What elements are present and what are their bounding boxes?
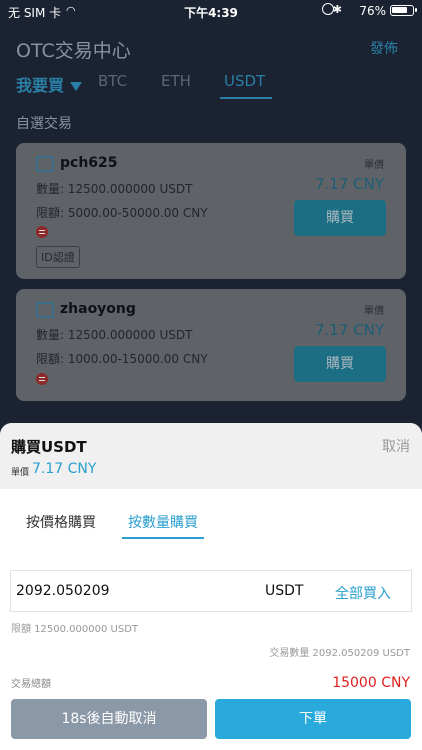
offer-card[interactable]: zhaoyong 單價 7.17 CNY 數量: 12500.000000 US… [16, 289, 406, 401]
limit-text: 限額: 5000.00-50000.00 CNY [36, 206, 208, 220]
quantity-unit: USDT [265, 583, 304, 599]
buy-mode-label: 我要買 [16, 76, 65, 95]
sheet-title: 購買USDT [11, 438, 87, 456]
caret-down-icon [70, 82, 83, 91]
price-value: 7.17 CNY [314, 175, 384, 193]
price-label: 單價 [364, 306, 384, 317]
limit-text: 限額 12500.000000 USDT [11, 624, 138, 635]
tab-active-indicator [220, 97, 272, 99]
shop-icon [36, 156, 54, 172]
merchant-name: pch625 [60, 155, 118, 171]
quantity-text: 數量: 12500.000000 USDT [36, 182, 193, 196]
quantity-text: 數量: 12500.000000 USDT [36, 328, 193, 342]
unit-price-label: 單價 [11, 468, 30, 478]
cancel-button[interactable]: 取消 [382, 436, 410, 456]
price-value: 7.17 CNY [314, 321, 384, 339]
tab-eth[interactable]: ETH [161, 72, 191, 90]
offer-card[interactable]: pch625 單價 7.17 CNY 數量: 12500.000000 USDT… [16, 143, 406, 279]
merchant-name: zhaoyong [60, 301, 136, 317]
shop-icon [36, 302, 54, 318]
place-order-button[interactable]: 下單 [215, 699, 411, 739]
quantity-input[interactable]: 2092.050209 [16, 583, 110, 599]
price-label: 單價 [364, 160, 384, 171]
publish-button[interactable]: 發佈 [370, 38, 398, 58]
auto-cancel-button[interactable]: 18s後自動取消 [11, 699, 207, 739]
tab-buy-by-quantity[interactable]: 按數量購買 [128, 512, 198, 532]
total-label: 交易總額 [11, 679, 51, 690]
trade-quantity-text: 交易數量 2092.050209 USDT [269, 648, 410, 659]
buy-sheet: 購買USDT 取消 單價 7.17 CNY 按價格購買 按數量購買 2092.0… [0, 423, 422, 750]
id-verified-badge: ID認證 [36, 246, 80, 268]
battery-percent: 76% [359, 4, 386, 18]
unit-price-value: 7.17 CNY [32, 461, 97, 477]
mode-tab-indicator [122, 537, 204, 539]
sheet-header: 購買USDT 取消 單價 7.17 CNY [0, 423, 422, 489]
bluetooth-icon: ✱ [332, 3, 342, 16]
buy-button[interactable]: 購買 [294, 346, 386, 382]
status-bar: 无 SIM 卡 ◠ 下午4:39 ✱ 76% [0, 0, 422, 22]
buy-mode-dropdown[interactable]: 我要買 [16, 72, 83, 96]
tab-usdt[interactable]: USDT [224, 72, 265, 90]
bank-card-icon [36, 373, 48, 385]
total-value: 15000 CNY [332, 675, 410, 691]
section-label: 自選交易 [16, 116, 72, 132]
buy-button[interactable]: 購買 [294, 200, 386, 236]
page-title: OTC交易中心 [16, 40, 131, 62]
buy-all-button[interactable]: 全部買入 [335, 583, 391, 603]
quantity-field[interactable]: 2092.050209 USDT 全部買入 [10, 570, 412, 612]
tab-buy-by-price[interactable]: 按價格購買 [26, 512, 96, 532]
tab-btc[interactable]: BTC [98, 72, 127, 90]
battery-icon [390, 5, 417, 16]
bank-card-icon [36, 226, 48, 238]
limit-text: 限額: 1000.00-15000.00 CNY [36, 352, 208, 366]
